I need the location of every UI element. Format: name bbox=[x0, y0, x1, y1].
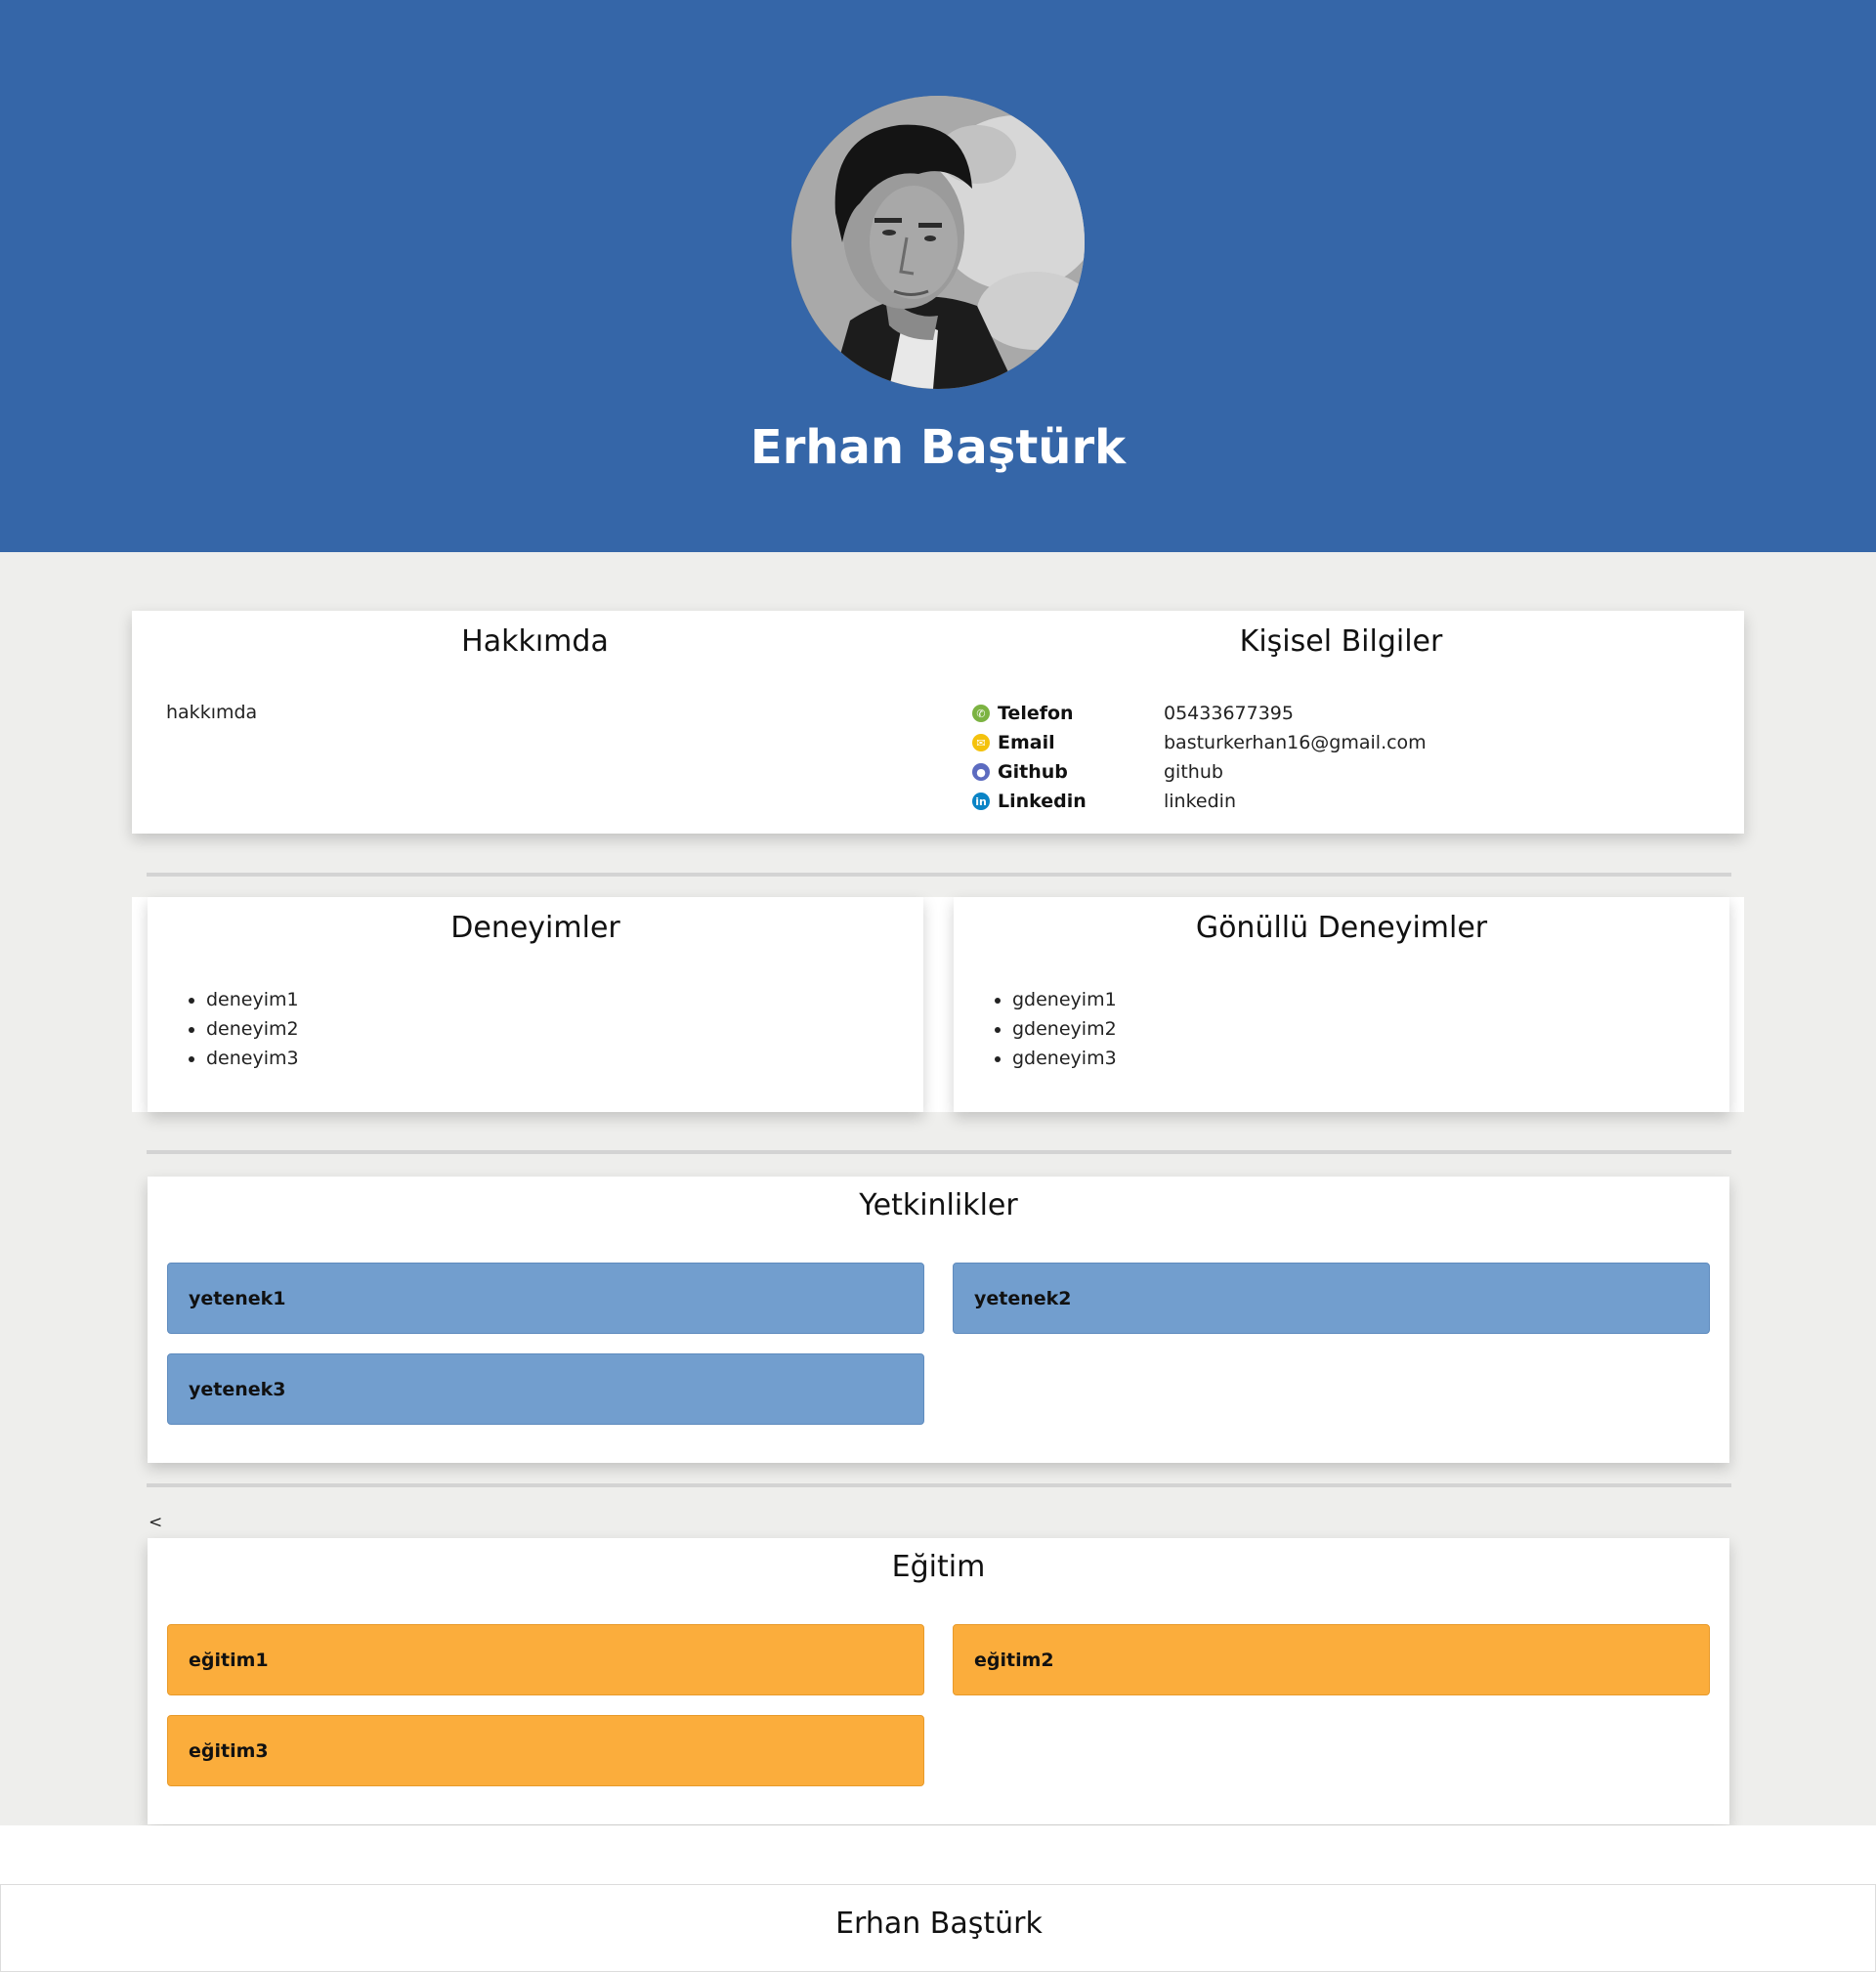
about-text: hakkımda bbox=[166, 702, 258, 723]
personal-info-title: Kişisel Bilgiler bbox=[1239, 624, 1443, 659]
avatar bbox=[791, 96, 1085, 389]
about-personal-card: Hakkımda Kişisel Bilgiler hakkımda bbox=[132, 611, 1744, 834]
volunteer-list: gdeneyim1 gdeneyim2 gdeneyim3 bbox=[973, 985, 1117, 1073]
info-row-email: ✉ Email basturkerhan16@gmail.com bbox=[972, 728, 1427, 757]
info-row-linkedin: in Linkedin linkedin bbox=[972, 787, 1236, 816]
section-divider bbox=[147, 1150, 1731, 1154]
list-item: deneyim2 bbox=[206, 1014, 299, 1044]
education-item: eğitim3 bbox=[167, 1715, 924, 1786]
experience-list: deneyim1 deneyim2 deneyim3 bbox=[167, 985, 299, 1073]
footer-bar: Erhan Baştürk bbox=[0, 1884, 1876, 1972]
experience-title: Deneyimler bbox=[450, 911, 620, 945]
skill-item: yetenek1 bbox=[167, 1263, 924, 1334]
education-item: eğitim1 bbox=[167, 1624, 924, 1695]
volunteer-title: Gönüllü Deneyimler bbox=[1195, 911, 1488, 945]
about-title: Hakkımda bbox=[461, 624, 609, 659]
info-value[interactable]: linkedin bbox=[1164, 791, 1236, 812]
info-label: Github bbox=[998, 761, 1068, 783]
list-item: gdeneyim2 bbox=[1012, 1014, 1117, 1044]
profile-name: Erhan Baştürk bbox=[749, 420, 1127, 475]
section-divider bbox=[147, 873, 1731, 877]
info-row-phone: ✆ Telefon 05433677395 bbox=[972, 699, 1294, 728]
email-icon: ✉ bbox=[972, 734, 990, 751]
avatar-photo bbox=[791, 96, 1085, 389]
footer-name: Erhan Baştürk bbox=[835, 1907, 1043, 1941]
list-item: deneyim3 bbox=[206, 1044, 299, 1073]
education-title: Eğitim bbox=[891, 1550, 986, 1584]
education-item: eğitim2 bbox=[953, 1624, 1710, 1695]
phone-icon: ✆ bbox=[972, 705, 990, 722]
education-card: Eğitim eğitim1 eğitim2 eğitim3 bbox=[148, 1538, 1729, 1824]
linkedin-icon: in bbox=[972, 793, 990, 810]
skills-title: Yetkinlikler bbox=[859, 1188, 1018, 1222]
skill-item: yetenek2 bbox=[953, 1263, 1710, 1334]
footer: Erhan Baştürk bbox=[0, 1825, 1876, 1972]
list-item: gdeneyim1 bbox=[1012, 985, 1117, 1014]
volunteer-card: Gönüllü Deneyimler gdeneyim1 gdeneyim2 g… bbox=[954, 897, 1729, 1112]
info-value[interactable]: 05433677395 bbox=[1164, 703, 1294, 724]
list-item: deneyim1 bbox=[206, 985, 299, 1014]
info-label: Email bbox=[998, 732, 1055, 753]
info-label: Linkedin bbox=[998, 791, 1087, 812]
skill-item: yetenek3 bbox=[167, 1353, 924, 1425]
info-row-github: ● Github github bbox=[972, 757, 1223, 787]
stray-character: < bbox=[149, 1513, 163, 1532]
skills-card: Yetkinlikler yetenek1 yetenek2 yetenek3 bbox=[148, 1177, 1729, 1463]
info-value[interactable]: github bbox=[1164, 761, 1223, 783]
info-value[interactable]: basturkerhan16@gmail.com bbox=[1164, 732, 1427, 753]
github-icon: ● bbox=[972, 763, 990, 781]
info-label: Telefon bbox=[998, 703, 1074, 724]
section-divider bbox=[147, 1483, 1731, 1487]
list-item: gdeneyim3 bbox=[1012, 1044, 1117, 1073]
profile-header: Erhan Baştürk bbox=[0, 0, 1876, 552]
experience-card: Deneyimler deneyim1 deneyim2 deneyim3 bbox=[148, 897, 923, 1112]
